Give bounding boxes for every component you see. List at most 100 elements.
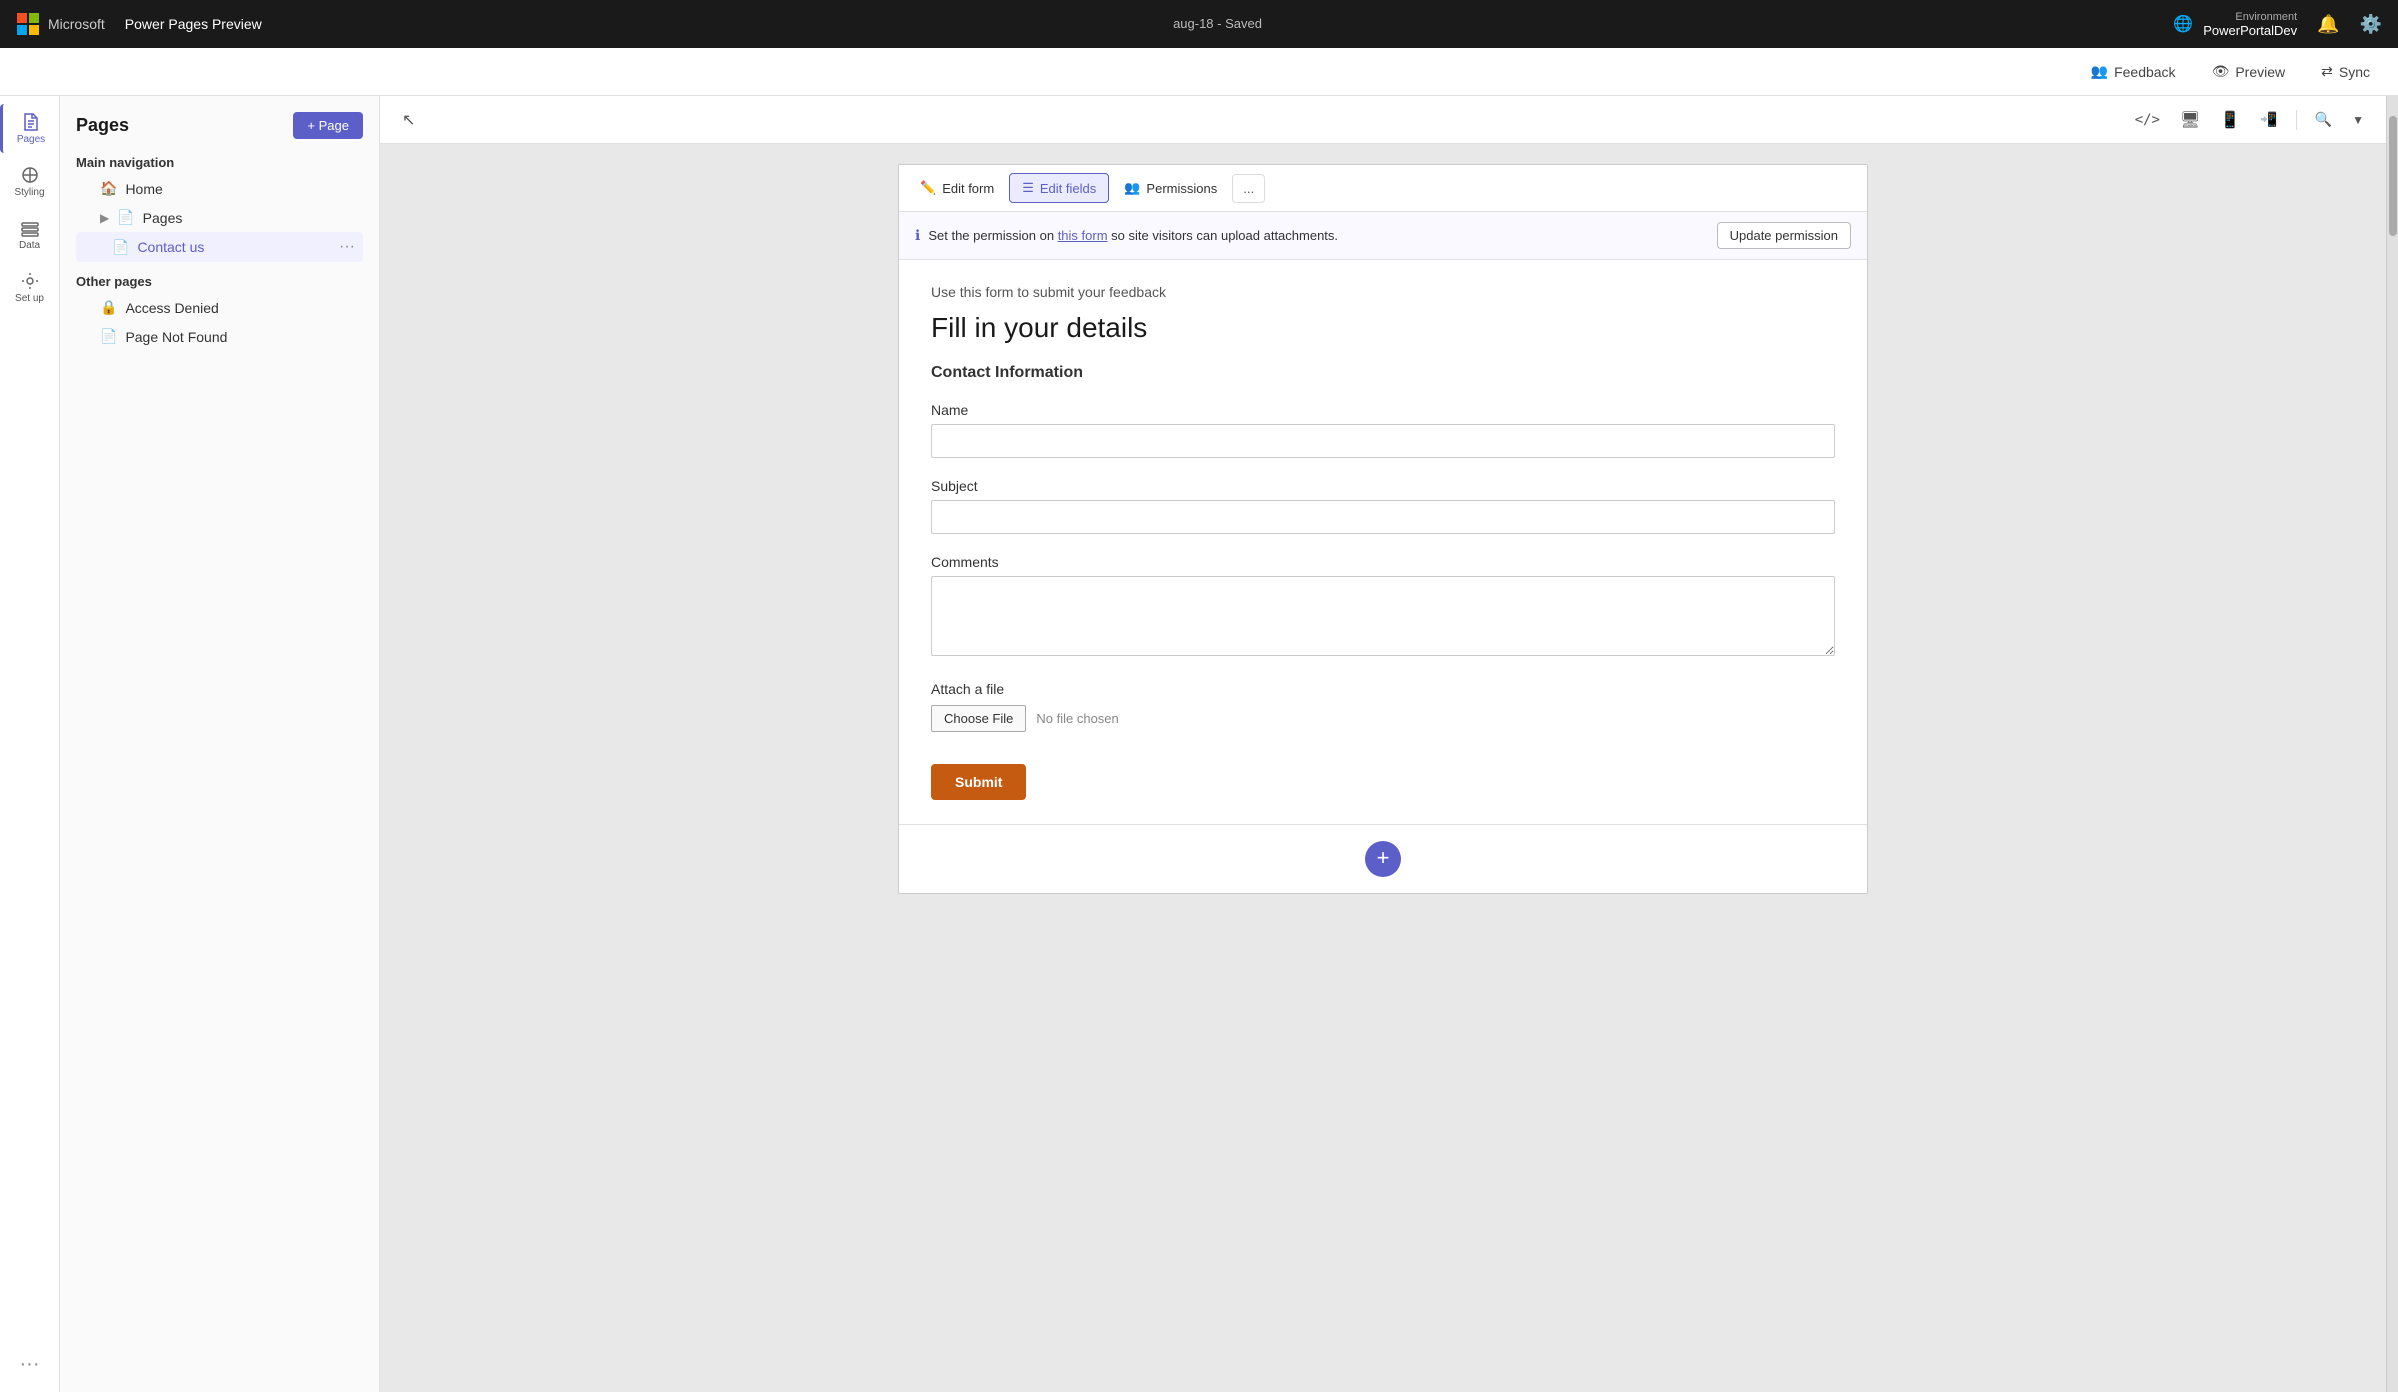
mobile-icon: 📲 [2260,111,2277,127]
sidebar-item-styling[interactable]: Styling [0,157,59,206]
subject-label: Subject [931,478,1835,494]
subject-field-group: Subject [931,478,1835,534]
lock-icon: 🔒 [100,299,117,316]
add-page-label: + Page [307,118,349,133]
add-section-row: + [899,824,1867,893]
main-layout: Pages Styling Data Set up ··· [0,96,2398,1392]
environment-info: 🌐 Environment PowerPortalDev [2173,11,2297,38]
styling-sidebar-label: Styling [14,187,44,198]
scrollbar-thumb [2389,116,2397,236]
tablet-icon: 📱 [2220,112,2240,129]
bell-icon[interactable]: 🔔 [2317,14,2339,35]
canvas-scroll: ✏️ Edit form ☰ Edit fields 👥 Permissions… [380,144,2386,1392]
saved-status: aug-18 - Saved [1173,16,1262,31]
subject-input[interactable] [931,500,1835,534]
environment-label: Environment [2235,11,2297,23]
globe-icon: 🌐 [2173,14,2193,34]
info-icon: ℹ [915,227,920,244]
settings-icon[interactable]: ⚙️ [2360,14,2382,35]
more-dots-icon: ... [1243,181,1254,196]
feedback-icon: 👥 [2091,63,2108,80]
second-bar: 👥 Feedback 👁 Preview ⇄ Sync [0,48,2398,96]
code-icon: </> [2135,112,2160,128]
toolbar-divider [2296,110,2297,130]
more-options-button[interactable]: ... [1232,174,1265,203]
chevron-right-icon: ▶ [100,211,109,225]
permission-text: Set the permission on this form so site … [928,228,1338,243]
right-scrollbar[interactable] [2386,96,2398,1392]
desktop-view-button[interactable]: 🖥 [2174,104,2206,136]
pages-icon [21,112,41,132]
this-form-link[interactable]: this form [1058,228,1108,243]
environment-name: PowerPortalDev [2203,23,2297,38]
chevron-down-icon: ▼ [2352,113,2364,127]
main-navigation-title: Main navigation [76,155,363,170]
comments-input[interactable] [931,576,1835,656]
preview-button[interactable]: 👁 Preview [2204,59,2294,84]
sync-button[interactable]: ⇄ Sync [2313,59,2378,84]
nav-item-home-label: Home [125,181,162,197]
choose-file-button[interactable]: Choose File [931,705,1026,732]
no-file-text: No file chosen [1036,711,1118,726]
top-bar-actions: 🌐 Environment PowerPortalDev 🔔 ⚙️ [2173,11,2382,38]
sync-label: Sync [2339,64,2370,80]
nav-item-more-icon[interactable]: ··· [339,238,355,256]
zoom-icon: 🔍 [2315,111,2332,127]
microsoft-label: Microsoft [48,16,105,32]
form-title: Fill in your details [931,312,1835,344]
nav-item-pages-label: Pages [143,210,183,226]
sidebar-item-pages[interactable]: Pages [0,104,59,153]
sidebar-more-dots[interactable]: ··· [20,1353,40,1376]
mobile-view-button[interactable]: 📲 [2254,105,2283,135]
update-permission-button[interactable]: Update permission [1717,222,1851,249]
name-field-group: Name [931,402,1835,458]
edit-form-button[interactable]: ✏️ Edit form [907,173,1007,203]
other-pages-section: Other pages 🔒 Access Denied 📄 Page Not F… [60,266,379,355]
permission-banner: ℹ Set the permission on this form so sit… [899,212,1867,260]
submit-button[interactable]: Submit [931,764,1026,800]
name-input[interactable] [931,424,1835,458]
setup-sidebar-label: Set up [15,293,44,304]
code-view-button[interactable]: </> [2129,105,2166,135]
sync-icon: ⇄ [2321,63,2333,80]
nav-item-contact-us[interactable]: 📄 Contact us ··· [76,232,363,262]
name-label: Name [931,402,1835,418]
nav-item-access-denied[interactable]: 🔒 Access Denied [76,293,363,322]
attach-section: Attach a file Choose File No file chosen [931,681,1835,732]
sidebar-item-setup[interactable]: Set up [0,263,59,312]
nav-item-pages[interactable]: ▶ 📄 Pages [76,203,363,232]
preview-label: Preview [2235,64,2285,80]
permissions-button[interactable]: 👥 Permissions [1111,173,1230,203]
home-icon: 🏠 [100,180,117,197]
cursor-icon: ↖ [402,112,415,129]
zoom-dropdown-button[interactable]: ▼ [2346,105,2370,135]
pages-panel-header: Pages + Page [60,96,379,147]
comments-field-group: Comments [931,554,1835,661]
update-permission-label: Update permission [1730,228,1838,243]
permission-banner-message: ℹ Set the permission on this form so sit… [915,227,1338,244]
data-sidebar-label: Data [19,240,40,251]
sidebar-item-data[interactable]: Data [0,210,59,259]
zoom-button[interactable]: 🔍 [2309,105,2338,135]
pages-panel-title: Pages [76,115,129,136]
nav-item-page-not-found-label: Page Not Found [125,329,227,345]
choose-file-label: Choose File [944,711,1013,726]
pages-sidebar-label: Pages [17,134,45,145]
feedback-button[interactable]: 👥 Feedback [2083,59,2184,84]
cursor-tool-button[interactable]: ↖ [396,104,421,136]
comments-label: Comments [931,554,1835,570]
add-section-button[interactable]: + [1365,841,1401,877]
page-icon-contact: 📄 [112,239,129,256]
page-not-found-icon: 📄 [100,328,117,345]
desktop-icon: 🖥 [2180,112,2200,129]
canvas-toolbar-right: </> 🖥 📱 📲 🔍 ▼ [2129,104,2370,136]
nav-item-home[interactable]: 🏠 Home [76,174,363,203]
canvas-toolbar-left: ↖ [396,104,421,136]
add-page-button[interactable]: + Page [293,112,363,139]
permissions-label: Permissions [1146,181,1217,196]
edit-fields-button[interactable]: ☰ Edit fields [1009,173,1109,203]
nav-item-page-not-found[interactable]: 📄 Page Not Found [76,322,363,351]
permissions-icon: 👥 [1124,180,1140,196]
tablet-view-button[interactable]: 📱 [2214,104,2246,136]
edit-form-icon: ✏️ [920,180,936,196]
